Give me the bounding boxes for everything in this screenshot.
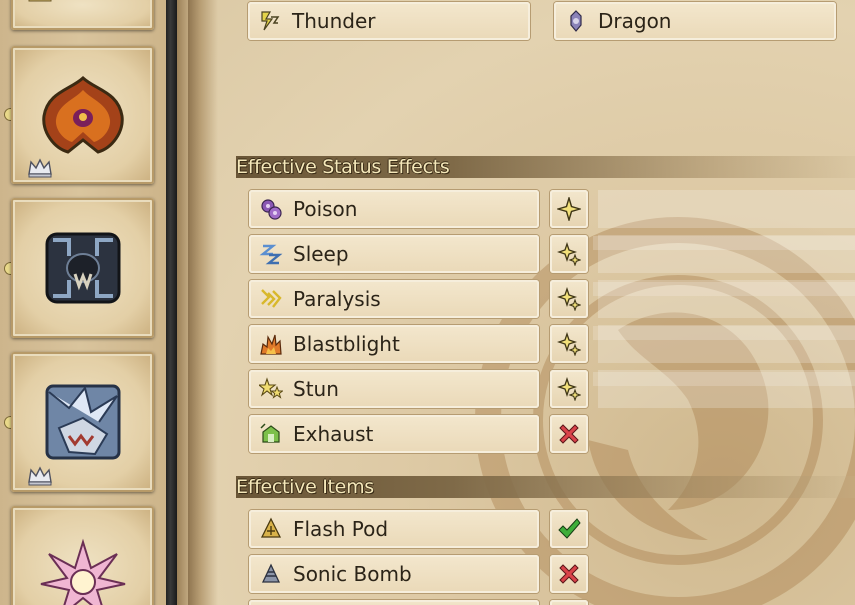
exhaust-icon [260, 423, 280, 443]
double-star-icon [557, 377, 581, 401]
fire-monster-icon [41, 75, 124, 154]
rating-not-effective [550, 415, 588, 453]
rating-effective [550, 510, 588, 548]
paralysis-icon [261, 289, 282, 308]
rating-partial [550, 600, 588, 605]
blastblight-icon [260, 334, 282, 355]
cross-icon [559, 424, 579, 444]
section-title: Effective Status Effects [236, 156, 450, 178]
weakness-item-thunder[interactable]: Thunder [248, 2, 530, 40]
double-star-icon [557, 332, 581, 356]
monster-card-top[interactable] [11, 0, 154, 30]
monster-card-ice[interactable] [11, 352, 154, 492]
dark-monster-icon [45, 232, 120, 304]
sonic-bomb-icon [261, 563, 281, 583]
rating-not-effective [550, 555, 588, 593]
item-label: Flash Pod [293, 517, 389, 541]
row-fill [598, 280, 855, 318]
weakness-label: Dragon [598, 9, 672, 33]
rating-two-stars [550, 235, 588, 273]
rating-one-star [550, 190, 588, 228]
row-fill [598, 190, 855, 228]
stun-icon [259, 377, 283, 399]
item-row-sonic-bomb[interactable]: Sonic Bomb [249, 555, 539, 593]
monster-card-dark[interactable] [11, 198, 154, 338]
cross-icon [559, 564, 579, 584]
status-label: Blastblight [293, 332, 400, 356]
double-star-icon [557, 242, 581, 266]
crown-icon [28, 466, 52, 486]
monster-card-flower[interactable] [11, 506, 154, 605]
status-row-paralysis[interactable]: Paralysis [249, 280, 539, 318]
rating-two-stars [550, 370, 588, 408]
status-label: Sleep [293, 242, 349, 266]
dragon-element-icon [570, 10, 582, 32]
poison-icon [261, 199, 282, 220]
status-row-poison[interactable]: Poison [249, 190, 539, 228]
section-title: Effective Items [236, 476, 374, 498]
sleep-icon [259, 244, 283, 265]
monster-info-panel: Thunder Dragon Effective Status Effects … [188, 0, 855, 605]
item-label: Sonic Bomb [293, 562, 412, 586]
status-row-exhaust[interactable]: Exhaust [249, 415, 539, 453]
thunder-element-icon [261, 11, 280, 31]
status-row-blastblight[interactable]: Blastblight [249, 325, 539, 363]
double-star-icon [557, 287, 581, 311]
item-row-partial[interactable] [249, 600, 539, 605]
status-row-stun[interactable]: Stun [249, 370, 539, 408]
status-row-sleep[interactable]: Sleep [249, 235, 539, 273]
flash-pod-icon [260, 517, 282, 538]
panel-divider [166, 0, 177, 605]
rating-two-stars [550, 280, 588, 318]
row-fill [598, 325, 855, 363]
crown-icon [28, 158, 52, 178]
torn-paper-edge [188, 0, 218, 605]
section-header-items: Effective Items [236, 476, 855, 498]
weakness-item-dragon[interactable]: Dragon [554, 2, 836, 40]
check-icon [558, 518, 581, 539]
crown-icon [28, 0, 52, 2]
status-label: Poison [293, 197, 358, 221]
star-icon [557, 197, 581, 221]
status-label: Paralysis [293, 287, 381, 311]
status-label: Stun [293, 377, 339, 401]
monster-card-fire[interactable] [11, 46, 154, 184]
section-header-status: Effective Status Effects [236, 156, 855, 178]
row-fill [598, 370, 855, 408]
status-label: Exhaust [293, 422, 374, 446]
rating-two-stars [550, 325, 588, 363]
ice-monster-icon [45, 384, 120, 460]
weakness-label: Thunder [292, 9, 376, 33]
flower-monster-icon [40, 538, 125, 605]
row-fill [598, 235, 855, 273]
item-row-flash-pod[interactable]: Flash Pod [249, 510, 539, 548]
